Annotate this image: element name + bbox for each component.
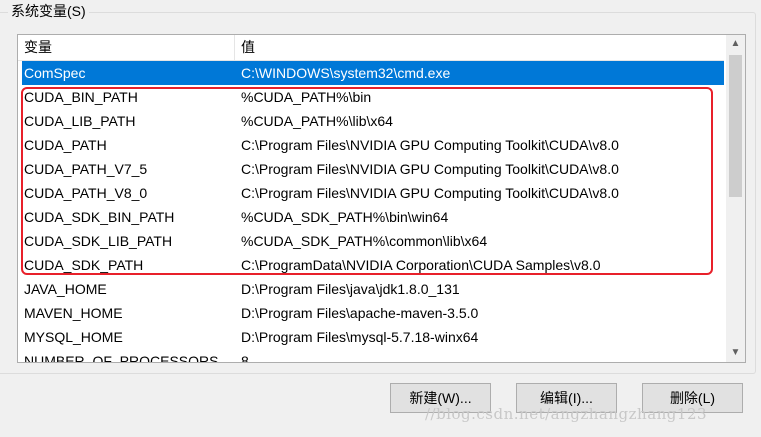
list-item[interactable]: CUDA_SDK_PATH C:\ProgramData\NVIDIA Corpo…: [18, 253, 724, 277]
variable-name: CUDA_SDK_BIN_PATH: [24, 209, 175, 225]
variable-value: %CUDA_SDK_PATH%\bin\win64: [241, 209, 449, 225]
variable-name: MYSQL_HOME: [24, 329, 123, 345]
variable-value: C:\Program Files\NVIDIA GPU Computing To…: [241, 161, 619, 177]
list-item[interactable]: JAVA_HOME D:\Program Files\java\jdk1.8.0_…: [18, 277, 724, 301]
variable-name: CUDA_LIB_PATH: [24, 113, 136, 129]
variable-name: ComSpec: [24, 65, 86, 81]
variable-name: MAVEN_HOME: [24, 305, 123, 321]
list-item[interactable]: MAVEN_HOME D:\Program Files\apache-maven-…: [18, 301, 724, 325]
variable-name: CUDA_SDK_PATH: [24, 257, 144, 273]
list-item[interactable]: CUDA_SDK_LIB_PATH %CUDA_SDK_PATH%\common\…: [18, 229, 724, 253]
variable-value: D:\Program Files\mysql-5.7.18-winx64: [241, 329, 479, 345]
list-item[interactable]: CUDA_PATH_V8_0 C:\Program Files\NVIDIA GP…: [18, 181, 724, 205]
variable-value: C:\Program Files\NVIDIA GPU Computing To…: [241, 185, 619, 201]
variable-value: D:\Program Files\java\jdk1.8.0_131: [241, 281, 460, 297]
column-header-value[interactable]: 值: [235, 35, 724, 60]
list-item[interactable]: CUDA_SDK_BIN_PATH %CUDA_SDK_PATH%\bin\win…: [18, 205, 724, 229]
variable-value: C:\Program Files\NVIDIA GPU Computing To…: [241, 137, 619, 153]
list-rows: ComSpec C:\WINDOWS\system32\cmd.exe CUDA_B…: [18, 61, 724, 363]
list-item[interactable]: CUDA_LIB_PATH %CUDA_PATH%\lib\x64: [18, 109, 724, 133]
variable-name: CUDA_SDK_LIB_PATH: [24, 233, 173, 249]
scrollbar-thumb[interactable]: [729, 55, 742, 197]
variable-name: CUDA_BIN_PATH: [24, 89, 138, 105]
variable-value: %CUDA_PATH%\bin: [241, 89, 372, 105]
variable-name: CUDA_PATH_V7_5: [24, 161, 148, 177]
group-title: 系统变量(S): [8, 2, 89, 20]
watermark: //blog.csdn.net/angzhangzhang123: [425, 405, 708, 423]
variable-value: C:\WINDOWS\system32\cmd.exe: [241, 65, 451, 81]
system-variables-list[interactable]: 变量 值 ComSpec C:\WINDOWS\system32\cmd.exe C…: [17, 34, 746, 363]
variable-value: D:\Program Files\apache-maven-3.5.0: [241, 305, 479, 321]
variable-name: NUMBER_OF_PROCESSORS: [24, 353, 219, 363]
variable-name: CUDA_PATH_V8_0: [24, 185, 148, 201]
chevron-up-icon[interactable]: ▲: [726, 35, 745, 53]
list-item[interactable]: CUDA_BIN_PATH %CUDA_PATH%\bin: [18, 85, 724, 109]
list-item[interactable]: MYSQL_HOME D:\Program Files\mysql-5.7.18-…: [18, 325, 724, 349]
variable-value: C:\ProgramData\NVIDIA Corporation\CUDA S…: [241, 257, 601, 273]
vertical-scrollbar[interactable]: ▲ ▼: [726, 35, 745, 362]
variable-value: 8: [241, 353, 249, 363]
variable-value: %CUDA_SDK_PATH%\common\lib\x64: [241, 233, 488, 249]
variable-value: %CUDA_PATH%\lib\x64: [241, 113, 393, 129]
chevron-down-icon[interactable]: ▼: [726, 344, 745, 362]
variable-name: JAVA_HOME: [24, 281, 107, 297]
list-item[interactable]: ComSpec C:\WINDOWS\system32\cmd.exe: [22, 61, 724, 85]
variable-name: CUDA_PATH: [24, 137, 107, 153]
list-header: 变量 值: [18, 35, 724, 61]
list-item[interactable]: CUDA_PATH C:\Program Files\NVIDIA GPU Com…: [18, 133, 724, 157]
list-item[interactable]: CUDA_PATH_V7_5 C:\Program Files\NVIDIA GP…: [18, 157, 724, 181]
column-header-name[interactable]: 变量: [18, 35, 235, 60]
list-item[interactable]: NUMBER_OF_PROCESSORS 8: [18, 349, 724, 363]
